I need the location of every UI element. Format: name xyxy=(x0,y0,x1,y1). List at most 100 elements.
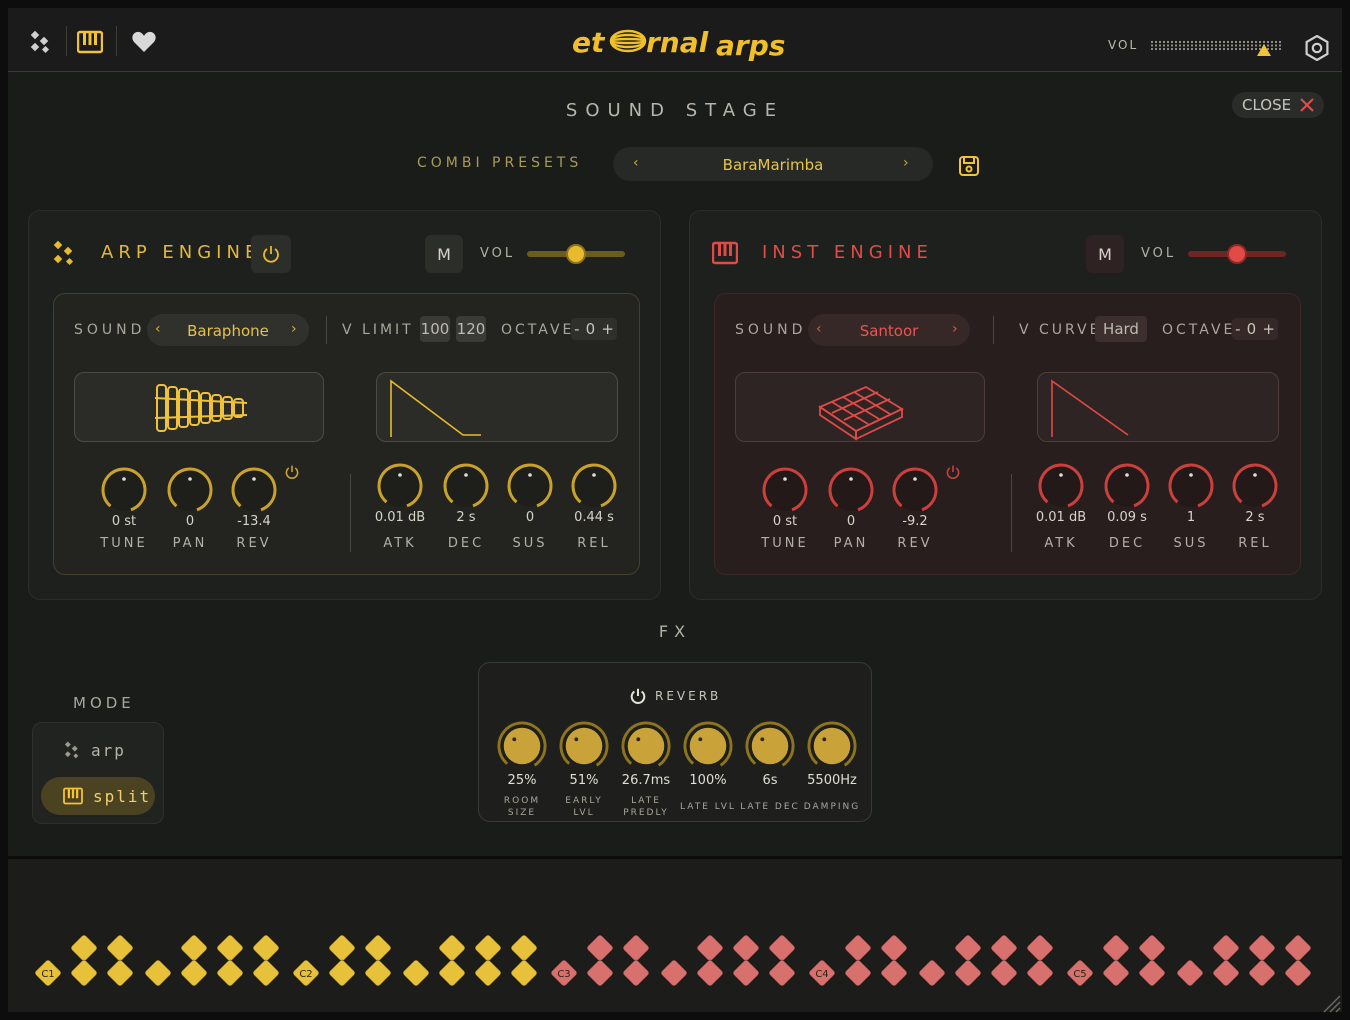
vol-meter-dot xyxy=(1247,44,1249,47)
vol-meter-dot xyxy=(1267,41,1269,43)
vol-meter-dot xyxy=(1219,48,1221,50)
reverb-knob[interactable] xyxy=(807,721,857,771)
octave-plus[interactable]: + xyxy=(601,320,614,338)
piano-keyboard[interactable]: C1 C2 C3 C4 C5 xyxy=(8,859,1342,1015)
mode-label: MODE xyxy=(73,694,135,712)
fx-title: FX xyxy=(658,622,692,641)
white-key xyxy=(438,959,466,987)
rev-knob[interactable] xyxy=(889,464,941,516)
vol-meter-dot xyxy=(1163,44,1165,47)
octave-minus[interactable]: - xyxy=(1235,320,1240,338)
inst-instrument-display xyxy=(735,372,985,442)
rel-knob[interactable] xyxy=(1229,460,1281,512)
preset-next-icon[interactable]: › xyxy=(903,155,909,171)
close-label: CLOSE xyxy=(1242,96,1292,114)
black-key xyxy=(696,934,724,962)
pan-knob[interactable] xyxy=(825,464,877,516)
v-curve-value[interactable]: Hard xyxy=(1095,316,1147,342)
arp-engine-power-button[interactable] xyxy=(251,235,291,273)
octave-label: C3 xyxy=(557,969,570,980)
vol-meter-dot xyxy=(1231,41,1233,43)
rev-knob[interactable] xyxy=(228,464,280,516)
mode-arp-option[interactable]: arp xyxy=(41,731,155,769)
vol-meter-dot xyxy=(1211,48,1213,50)
rev-power-icon[interactable] xyxy=(284,464,300,480)
power-icon xyxy=(263,246,279,263)
octave-stepper[interactable]: - 0 + xyxy=(1232,318,1278,340)
octave-plus[interactable]: + xyxy=(1262,320,1275,338)
app-window: et rnal arps VOL SOUND STAGE CLOSE COMBI… xyxy=(0,0,1350,1020)
tune-knob[interactable] xyxy=(98,464,150,516)
inst-vol-slider[interactable] xyxy=(1188,244,1286,264)
mode-split-option[interactable]: split xyxy=(41,777,155,815)
vol-meter-dot xyxy=(1171,48,1173,50)
vol-meter-dot xyxy=(1271,41,1273,43)
settings-icon[interactable] xyxy=(1304,35,1330,61)
white-key xyxy=(1176,959,1204,987)
atk-knob[interactable] xyxy=(1035,460,1087,512)
vol-meter-dot xyxy=(1243,48,1245,50)
keyboard-icon[interactable] xyxy=(76,28,104,56)
close-button[interactable]: CLOSE xyxy=(1232,92,1324,118)
resize-handle-icon[interactable] xyxy=(1318,990,1342,1014)
vol-meter-dot xyxy=(1199,48,1201,50)
arp-sound-selector[interactable]: ‹ Baraphone › xyxy=(147,314,309,346)
rev-power-icon[interactable] xyxy=(945,464,961,480)
black-key xyxy=(1138,934,1166,962)
sus-knob[interactable] xyxy=(504,460,556,512)
reverb-knob[interactable] xyxy=(559,721,609,771)
vol-meter-dot xyxy=(1223,41,1225,43)
white-key xyxy=(252,959,280,987)
reverb-knob[interactable] xyxy=(621,721,671,771)
combi-preset-selector[interactable]: ‹ BaraMarimba › xyxy=(613,147,933,181)
reverb-knob[interactable] xyxy=(497,721,547,771)
arp-mute-button[interactable]: M xyxy=(425,235,463,273)
dec-knob[interactable] xyxy=(1101,460,1153,512)
octave-minus[interactable]: - xyxy=(574,320,579,338)
reverb-knob[interactable] xyxy=(683,721,733,771)
vol-meter-dot xyxy=(1187,41,1189,43)
logo-text-arps: arps xyxy=(716,29,785,62)
inst-envelope-display xyxy=(1037,372,1279,442)
vol-meter-dot xyxy=(1179,48,1181,50)
white-key xyxy=(1102,959,1130,987)
heart-icon[interactable] xyxy=(130,28,158,56)
save-preset-icon[interactable] xyxy=(958,155,980,177)
dec-knob[interactable] xyxy=(440,460,492,512)
sound-next-icon[interactable]: › xyxy=(952,321,958,337)
arp-vol-slider[interactable] xyxy=(527,244,625,264)
octave-label: OCTAVE xyxy=(501,322,575,338)
sus-knob[interactable] xyxy=(1165,460,1217,512)
octave-stepper[interactable]: - 0 + xyxy=(571,318,617,340)
vol-meter-dot xyxy=(1199,41,1201,43)
black-key xyxy=(70,934,98,962)
black-key xyxy=(364,934,392,962)
inst-mute-button[interactable]: M xyxy=(1086,235,1124,273)
black-key xyxy=(106,934,134,962)
tune-knob[interactable] xyxy=(759,464,811,516)
white-key xyxy=(1284,959,1312,987)
reverb-knob[interactable] xyxy=(745,721,795,771)
v-limit-low[interactable]: 100 xyxy=(420,316,450,342)
inst-sound-selector[interactable]: ‹ Santoor › xyxy=(808,314,970,346)
sound-next-icon[interactable]: › xyxy=(291,321,297,337)
vol-meter-dot xyxy=(1155,41,1157,43)
octave-label: C2 xyxy=(299,969,312,980)
inst-vol-thumb[interactable] xyxy=(1227,244,1247,264)
vol-meter-dot xyxy=(1187,48,1189,50)
master-vol-pointer-icon[interactable] xyxy=(1257,44,1271,56)
reverb-param-label-line1: DAMPING xyxy=(803,802,861,812)
white-key xyxy=(364,959,392,987)
black-key xyxy=(954,934,982,962)
arp-vol-thumb[interactable] xyxy=(566,244,586,264)
vol-meter-dot xyxy=(1275,41,1277,43)
arp-mode-icon[interactable] xyxy=(26,28,54,56)
rel-knob[interactable] xyxy=(568,460,620,512)
atk-knob[interactable] xyxy=(374,460,426,512)
vol-meter-dot xyxy=(1183,48,1185,50)
black-key xyxy=(474,934,502,962)
reverb-header[interactable]: REVERB xyxy=(629,687,721,705)
power-icon[interactable] xyxy=(629,687,647,705)
pan-knob[interactable] xyxy=(164,464,216,516)
v-limit-high[interactable]: 120 xyxy=(456,316,486,342)
